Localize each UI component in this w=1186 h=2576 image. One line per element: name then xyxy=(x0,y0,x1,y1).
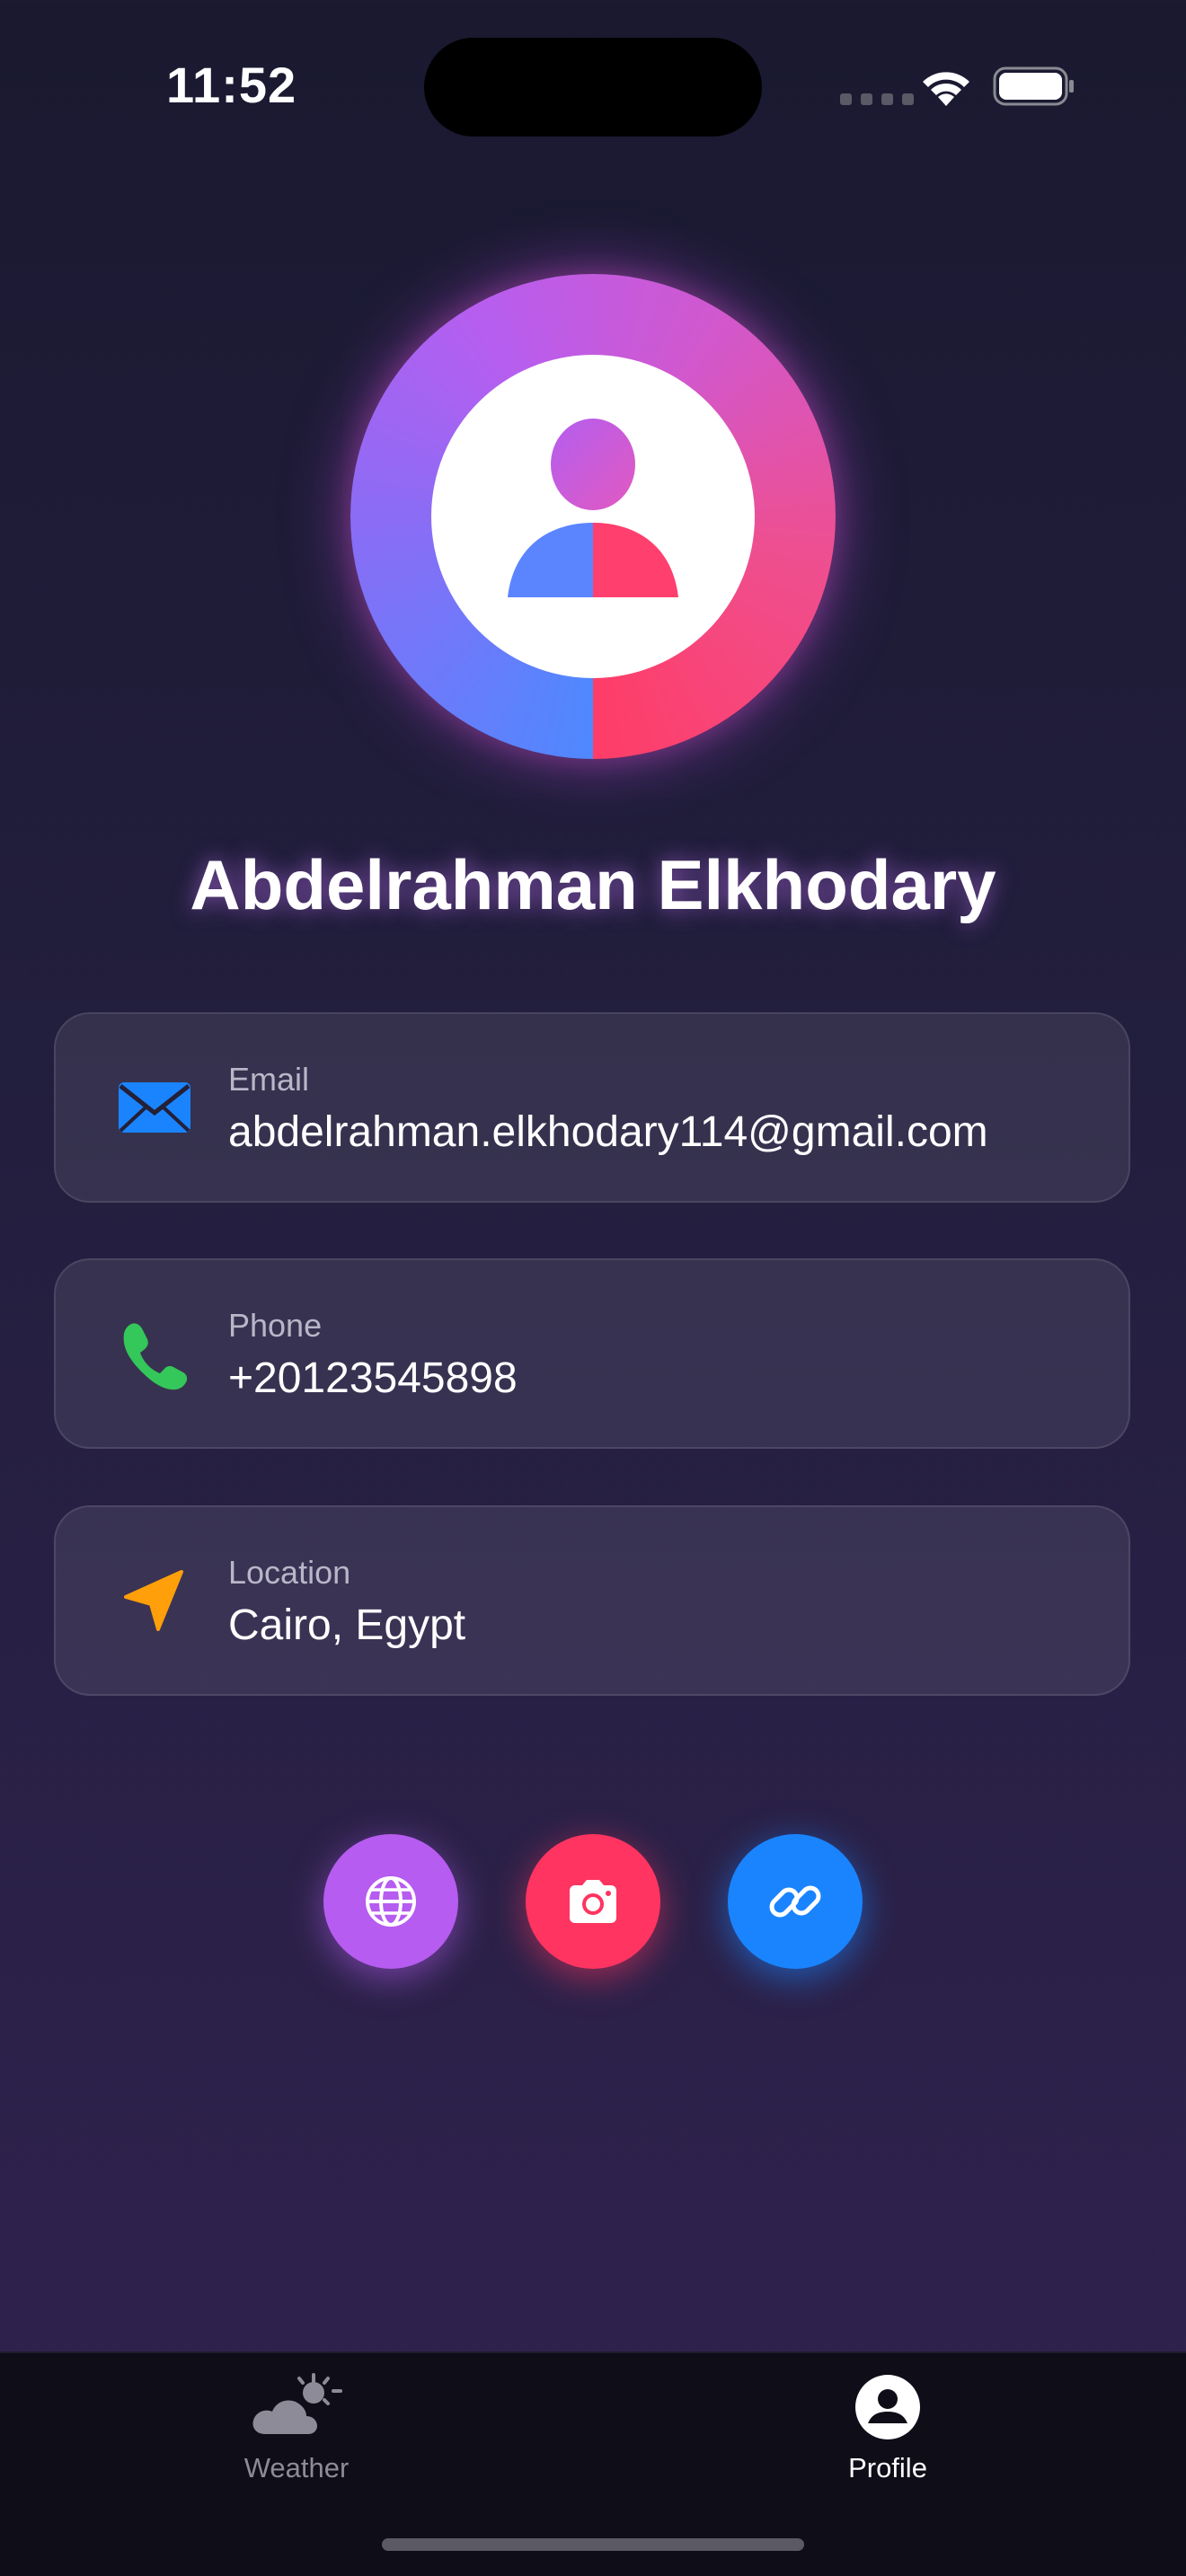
globe-icon xyxy=(366,1876,416,1927)
location-value: Cairo, Egypt xyxy=(228,1601,466,1649)
location-label: Location xyxy=(228,1554,351,1591)
phone-card[interactable]: Phone +20123545898 xyxy=(54,1258,1130,1449)
status-time: 11:52 xyxy=(166,57,297,113)
location-arrow-icon xyxy=(124,1570,183,1631)
phone-icon xyxy=(123,1323,188,1390)
email-label: Email xyxy=(228,1061,310,1098)
tab-weather[interactable]: Weather xyxy=(162,2371,431,2484)
link-button[interactable] xyxy=(728,1834,863,1969)
person-icon xyxy=(508,419,678,597)
envelope-icon xyxy=(119,1082,190,1133)
location-card[interactable]: Location Cairo, Egypt xyxy=(54,1505,1130,1696)
phone-value: +20123545898 xyxy=(228,1354,518,1402)
cellular-signal-icon xyxy=(840,93,914,105)
email-card[interactable]: Email abdelrahman.elkhodary114@gmail.com xyxy=(54,1012,1130,1203)
tab-weather-label: Weather xyxy=(243,2452,350,2483)
email-value: abdelrahman.elkhodary114@gmail.com xyxy=(228,1108,988,1156)
avatar-inner-circle xyxy=(431,355,755,678)
status-bar: 11:52 xyxy=(0,0,1186,171)
website-button[interactable] xyxy=(323,1834,458,1969)
cloud-sun-icon xyxy=(252,2373,342,2434)
profile-avatar xyxy=(350,274,836,759)
tab-profile[interactable]: Profile xyxy=(753,2371,1022,2484)
home-indicator[interactable] xyxy=(382,2538,804,2551)
person-circle-icon xyxy=(855,2375,920,2439)
wifi-icon xyxy=(923,72,969,106)
camera-button[interactable] xyxy=(526,1834,660,1969)
link-icon xyxy=(769,1885,821,1918)
phone-label: Phone xyxy=(228,1307,323,1344)
camera-icon xyxy=(570,1880,616,1923)
dynamic-island xyxy=(424,38,762,137)
profile-name: Abdelrahman Elkhodary xyxy=(190,845,996,924)
battery-icon xyxy=(993,66,1074,106)
tab-profile-label: Profile xyxy=(848,2452,927,2483)
